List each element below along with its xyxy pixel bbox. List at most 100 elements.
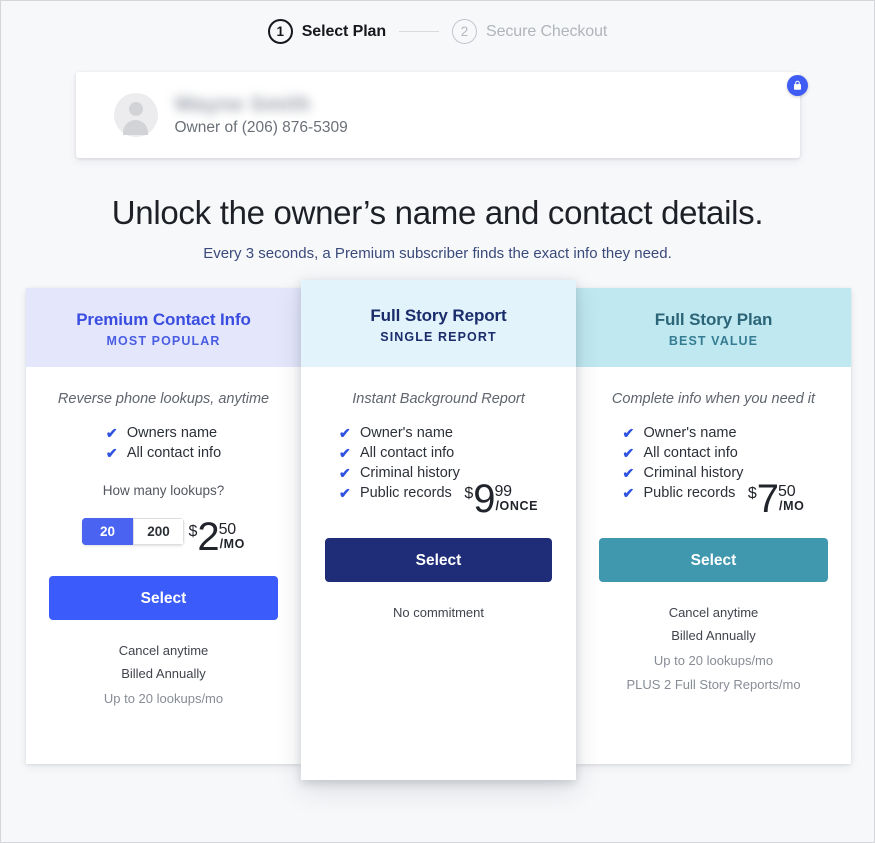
plans-container: Premium Contact Info MOST POPULAR Revers…	[1, 280, 874, 788]
step-2-label: Secure Checkout	[486, 22, 608, 40]
select-button-full-story-report[interactable]: Select	[325, 538, 552, 582]
footnote-muted: Up to 20 lookups/mo	[103, 691, 224, 706]
list-item: ✔ All contact info	[106, 443, 221, 463]
check-icon: ✔	[105, 445, 118, 461]
plan-card-full-story-plan[interactable]: Full Story Plan BEST VALUE Complete info…	[576, 288, 851, 764]
price-currency: $	[188, 523, 198, 540]
plan-card-premium-contact-info[interactable]: Premium Contact Info MOST POPULAR Revers…	[26, 288, 301, 764]
checkout-stepper: 1 Select Plan 2 Secure Checkout	[1, 1, 874, 44]
footnote: Billed Annually	[671, 628, 756, 643]
list-item: ✔ Owner's name	[339, 423, 460, 443]
list-item: ✔ Owner's name	[623, 423, 744, 443]
price-whole: 9	[473, 477, 495, 521]
list-item: ✔ Public records	[623, 483, 744, 503]
list-item: ✔ Owners name	[106, 423, 221, 443]
price-cents: 50	[218, 521, 237, 538]
plan-tagline: Instant Background Report	[352, 391, 525, 407]
plan-badge: MOST POPULAR	[106, 334, 221, 348]
check-icon: ✔	[622, 445, 635, 461]
price-currency: $	[747, 485, 757, 502]
check-icon: ✔	[622, 465, 635, 481]
owner-details: Wayne Smith Owner of (206) 876-5309	[175, 93, 348, 137]
step-secure-checkout[interactable]: 2 Secure Checkout	[452, 19, 607, 44]
lookups-question-label: How many lookups?	[102, 483, 225, 498]
list-item: ✔ Criminal history	[339, 463, 460, 483]
select-button-full-story-plan[interactable]: Select	[599, 538, 828, 582]
select-button-premium-contact-info[interactable]: Select	[49, 576, 278, 620]
plan-tagline: Reverse phone lookups, anytime	[57, 391, 270, 407]
step-1-label: Select Plan	[301, 22, 387, 40]
check-icon: ✔	[338, 465, 351, 481]
price-cents: 99	[494, 483, 512, 500]
plan-header: Premium Contact Info MOST POPULAR	[26, 288, 301, 367]
plan-title: Full Story Plan	[654, 310, 773, 329]
owner-card-wrapper: Wayne Smith Owner of (206) 876-5309	[75, 72, 808, 158]
step-divider	[399, 30, 440, 33]
lookups-option-200[interactable]: 200	[132, 518, 184, 545]
plan-price: $ 7 50 /MO	[747, 477, 805, 521]
step-1-number: 1	[267, 19, 293, 44]
owner-phone-subtitle: Owner of (206) 876-5309	[174, 119, 348, 136]
list-item: ✔ All contact info	[623, 443, 744, 463]
lookups-option-20[interactable]: 20	[81, 518, 133, 545]
plan-badge: BEST VALUE	[668, 334, 759, 348]
feature-label: Owner's name	[359, 425, 453, 441]
check-icon: ✔	[622, 485, 635, 501]
owner-name-blurred: Wayne Smith	[174, 93, 312, 116]
plan-price: $ 9 99 /ONCE	[464, 477, 539, 521]
footnote: No commitment	[392, 605, 485, 620]
plan-footnotes: Cancel anytime Billed Annually Up to 20 …	[576, 601, 851, 697]
feature-label: Owner's name	[643, 425, 737, 441]
feature-label: Criminal history	[359, 465, 460, 481]
price-period: /MO	[779, 499, 805, 513]
check-icon: ✔	[622, 425, 635, 441]
feature-label: All contact info	[359, 445, 455, 461]
footnote-muted: PLUS 2 Full Story Reports/mo	[626, 677, 801, 692]
price-period: /ONCE	[495, 499, 539, 513]
list-item: ✔ Criminal history	[623, 463, 744, 483]
price-whole: 2	[197, 515, 219, 559]
plan-footnotes: No commitment	[301, 601, 576, 624]
step-2-number: 2	[452, 19, 478, 44]
check-icon: ✔	[338, 425, 351, 441]
check-icon: ✔	[338, 485, 351, 501]
plan-tagline: Complete info when you need it	[611, 391, 816, 407]
lock-icon	[786, 75, 808, 96]
lookups-toggle-group[interactable]: 20 200	[81, 518, 184, 545]
plan-feature-list: ✔ Owners name ✔ All contact info	[106, 423, 221, 463]
page-subtitle: Every 3 seconds, a Premium subscriber fi…	[203, 245, 672, 262]
feature-label: Owners name	[126, 425, 218, 441]
feature-label: Public records	[643, 485, 736, 501]
price-period: /MO	[219, 537, 246, 551]
check-icon: ✔	[338, 445, 351, 461]
check-icon: ✔	[105, 425, 118, 441]
plan-feature-list: ✔ Owner's name ✔ All contact info ✔ Crim…	[339, 423, 460, 503]
footnote-muted: Up to 20 lookups/mo	[653, 653, 774, 668]
footnote: Cancel anytime	[118, 643, 209, 658]
plan-price: $ 2 50 /MO	[188, 515, 246, 559]
plan-feature-list: ✔ Owner's name ✔ All contact info ✔ Crim…	[623, 423, 744, 503]
plan-card-full-story-report[interactable]: Full Story Report SINGLE REPORT Instant …	[301, 280, 576, 780]
feature-label: All contact info	[643, 445, 738, 461]
owner-card: Wayne Smith Owner of (206) 876-5309	[75, 72, 800, 158]
plan-header: Full Story Plan BEST VALUE	[576, 288, 851, 367]
plan-footnotes: Cancel anytime Billed Annually Up to 20 …	[26, 639, 301, 711]
step-select-plan[interactable]: 1 Select Plan	[267, 19, 387, 44]
list-item: ✔ Public records	[339, 483, 460, 503]
plan-title: Premium Contact Info	[76, 310, 251, 329]
person-avatar-icon	[113, 93, 158, 137]
price-currency: $	[464, 485, 474, 502]
footnote: Billed Annually	[121, 666, 206, 681]
feature-label: All contact info	[126, 445, 222, 461]
plan-header: Full Story Report SINGLE REPORT	[301, 280, 576, 367]
page-container: 1 Select Plan 2 Secure Checkout Wayne Sm…	[0, 0, 875, 843]
page-title: Unlock the owner’s name and contact deta…	[111, 194, 764, 231]
footnote: Cancel anytime	[668, 605, 759, 620]
price-cents: 50	[778, 483, 796, 500]
feature-label: Criminal history	[643, 465, 744, 481]
plan-title: Full Story Report	[370, 306, 507, 325]
feature-label: Public records	[359, 485, 452, 501]
list-item: ✔ All contact info	[339, 443, 460, 463]
plan-badge: SINGLE REPORT	[380, 330, 497, 344]
price-whole: 7	[756, 477, 779, 521]
